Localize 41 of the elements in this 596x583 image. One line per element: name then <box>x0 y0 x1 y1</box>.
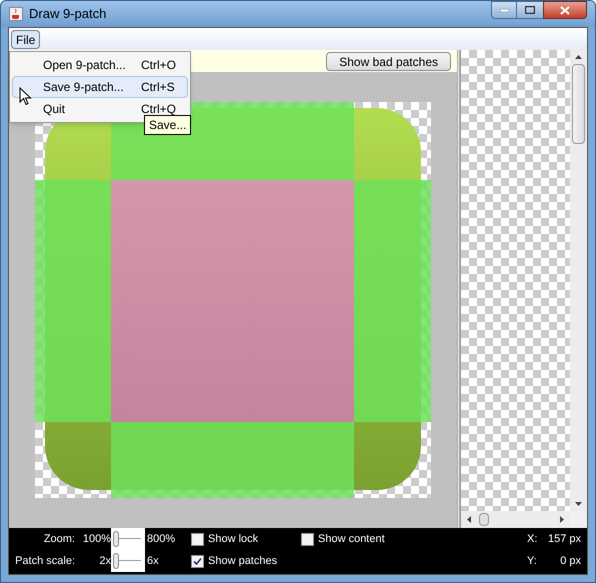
shortcut-label: Ctrl+S <box>141 79 175 96</box>
checkbox[interactable] <box>301 532 314 546</box>
mouse-pointer-icon <box>19 87 32 106</box>
shortcut-label: Ctrl+Q <box>141 101 176 118</box>
menu-entry[interactable]: Save 9-patch... Ctrl+S <box>12 76 188 98</box>
checkbox[interactable] <box>191 532 204 546</box>
maximize-button[interactable] <box>517 1 543 19</box>
window-title: Draw 9-patch <box>29 5 108 24</box>
scroll-thumb[interactable] <box>479 513 489 526</box>
slider-min-label: 100% <box>82 532 111 547</box>
shortcut-label: Ctrl+O <box>141 57 176 74</box>
checkmark-icon <box>193 556 202 566</box>
close-icon <box>560 6 570 14</box>
horizontal-scrollbar[interactable] <box>461 511 570 528</box>
show-bad-patches-button[interactable]: Show bad patches <box>326 52 451 70</box>
menu-entry-label: Open 9-patch... <box>43 57 127 74</box>
menu-entry-label: Quit <box>43 101 66 118</box>
close-button[interactable] <box>543 1 587 19</box>
checkbox-label: Show content <box>318 532 385 547</box>
coordinate-label: X: <box>527 532 538 547</box>
minimize-button[interactable] <box>491 1 517 19</box>
scroll-thumb[interactable] <box>572 64 585 144</box>
slider-label: Zoom: <box>42 532 76 547</box>
menu-entry-label: Save 9-patch... <box>43 79 125 96</box>
tooltip: Save... <box>144 115 192 135</box>
menu-entry[interactable]: Open 9-patch... Ctrl+O <box>12 54 188 76</box>
menu-item[interactable]: File <box>11 30 40 48</box>
java-cup-icon <box>9 7 23 21</box>
checkbox-label: Show lock <box>208 532 258 547</box>
slider-max-label: 800% <box>146 532 176 547</box>
coordinate-label: Y: <box>527 554 538 569</box>
slider-label: Patch scale: <box>14 554 76 569</box>
maximize-icon <box>525 6 535 14</box>
minimize-icon <box>500 8 508 12</box>
checkbox-label: Show patches <box>208 554 278 569</box>
coordinate-value: 157 px <box>546 532 581 547</box>
vertical-scrollbar[interactable] <box>570 50 587 511</box>
coordinate-value: 0 px <box>559 554 581 569</box>
checkbox[interactable] <box>191 554 204 568</box>
slider-max-label: 6x <box>146 554 160 569</box>
slider-min-label: 2x <box>98 554 111 569</box>
